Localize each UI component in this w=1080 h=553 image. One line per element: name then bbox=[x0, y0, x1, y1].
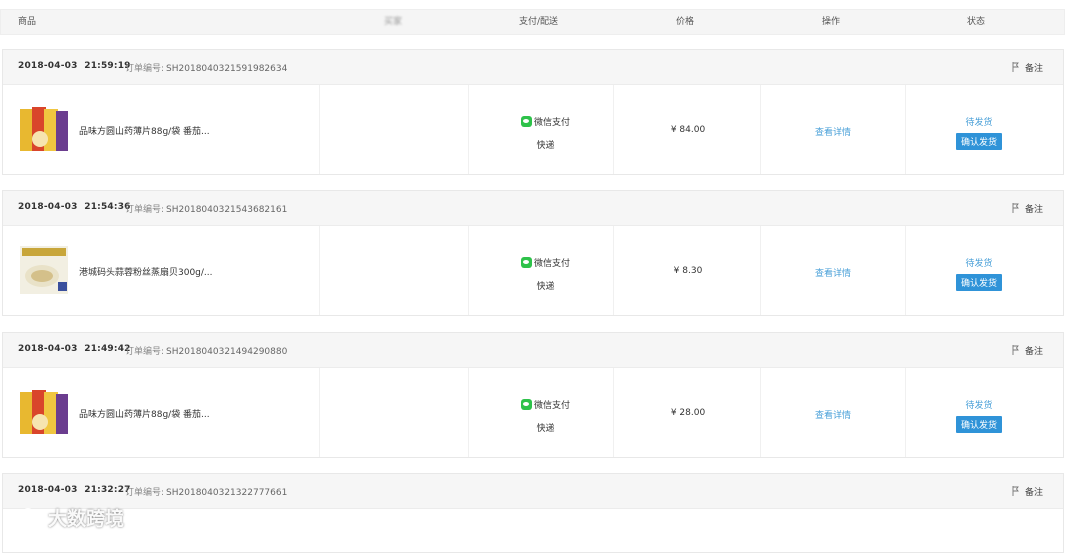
col-pay-delivery: 支付/配送 bbox=[519, 17, 559, 27]
watermark: 大数跨境 bbox=[8, 504, 124, 531]
order-table-header: 商品 买家 支付/配送 价格 操作 状态 bbox=[0, 9, 1065, 35]
order-card: 2018-04-03 21:59:19 订单编号: SH2018040321591… bbox=[2, 49, 1064, 175]
order-datetime: 2018-04-03 21:59:19 bbox=[18, 61, 131, 71]
order-number: 订单编号: SH2018040321494290880 bbox=[125, 347, 288, 357]
order-datetime: 2018-04-03 21:49:42 bbox=[18, 344, 131, 354]
wechat-pay-icon bbox=[520, 257, 532, 268]
flag-icon bbox=[1012, 203, 1019, 213]
view-detail-link[interactable]: 查看详情 bbox=[798, 408, 868, 421]
status-cell: 待发货 确认发货 bbox=[948, 115, 1010, 150]
payment-method: 微信支付 bbox=[533, 259, 570, 269]
order-body: 港城码头蒜蓉粉丝蒸扇贝300g/... 微信支付 快递 ¥ 8.30 查看详情 … bbox=[3, 226, 1063, 315]
order-card: 2018-04-03 21:54:36 订单编号: SH2018040321543… bbox=[2, 190, 1064, 316]
product-name[interactable]: 港城码头蒜蓉粉丝蒸扇贝300g/... bbox=[79, 265, 213, 278]
col-status: 状态 bbox=[967, 17, 986, 27]
payment-method: 微信支付 bbox=[533, 401, 570, 411]
payment-cell: 微信支付 快递 bbox=[508, 398, 583, 434]
product-name[interactable]: 品味方圆山药薄片88g/袋 番茄... bbox=[79, 124, 210, 137]
confirm-ship-button[interactable]: 确认发货 bbox=[955, 274, 1002, 291]
product-name[interactable]: 品味方圆山药薄片88g/袋 番茄... bbox=[79, 407, 210, 420]
status-cell: 待发货 确认发货 bbox=[948, 256, 1010, 291]
flag-icon bbox=[1012, 345, 1019, 355]
order-header: 2018-04-03 21:54:36 订单编号: SH2018040321543… bbox=[3, 191, 1063, 226]
status-label: 待发货 bbox=[965, 259, 993, 269]
order-number: 订单编号: SH2018040321591982634 bbox=[125, 64, 288, 74]
view-detail-link[interactable]: 查看详情 bbox=[798, 125, 868, 138]
wechat-pay-icon bbox=[520, 116, 532, 127]
status-label: 待发货 bbox=[965, 118, 993, 128]
col-operation: 操作 bbox=[822, 17, 841, 27]
payment-cell: 微信支付 快递 bbox=[508, 115, 583, 151]
product-thumbnail[interactable] bbox=[18, 386, 70, 438]
col-price: 价格 bbox=[676, 17, 695, 27]
wechat-pay-icon bbox=[520, 399, 532, 410]
product-thumbnail[interactable] bbox=[18, 103, 70, 155]
watermark-logo-icon bbox=[9, 508, 45, 525]
note-button[interactable]: 备注 bbox=[1012, 344, 1043, 357]
order-body: 品味方圆山药薄片88g/袋 番茄... 微信支付 快递 ¥ 84.00 查看详情… bbox=[3, 85, 1063, 174]
col-buyer: 买家 bbox=[384, 17, 403, 27]
order-price: ¥ 8.30 bbox=[673, 266, 703, 276]
status-label: 待发货 bbox=[965, 401, 993, 411]
payment-cell: 微信支付 快递 bbox=[508, 256, 583, 292]
confirm-ship-button[interactable]: 确认发货 bbox=[955, 416, 1002, 433]
order-header: 2018-04-03 21:49:42 订单编号: SH2018040321494… bbox=[3, 333, 1063, 368]
order-card: 2018-04-03 21:32:27 订单编号: SH2018040321322… bbox=[2, 473, 1064, 553]
flag-icon bbox=[1012, 486, 1019, 496]
note-button[interactable]: 备注 bbox=[1012, 61, 1043, 74]
status-cell: 待发货 确认发货 bbox=[948, 398, 1010, 433]
delivery-method: 快递 bbox=[536, 282, 555, 292]
delivery-method: 快递 bbox=[536, 424, 555, 434]
confirm-ship-button[interactable]: 确认发货 bbox=[955, 133, 1002, 150]
flag-icon bbox=[1012, 62, 1019, 72]
view-detail-link[interactable]: 查看详情 bbox=[798, 266, 868, 279]
col-product: 商品 bbox=[18, 17, 37, 27]
order-price: ¥ 28.00 bbox=[670, 408, 706, 418]
product-thumbnail[interactable] bbox=[18, 244, 70, 296]
order-datetime: 2018-04-03 21:32:27 bbox=[18, 485, 131, 495]
delivery-method: 快递 bbox=[536, 141, 555, 151]
order-header: 2018-04-03 21:59:19 订单编号: SH2018040321591… bbox=[3, 50, 1063, 85]
order-card: 2018-04-03 21:49:42 订单编号: SH2018040321494… bbox=[2, 332, 1064, 458]
note-button[interactable]: 备注 bbox=[1012, 202, 1043, 215]
order-body: 品味方圆山药薄片88g/袋 番茄... 微信支付 快递 ¥ 28.00 查看详情… bbox=[3, 368, 1063, 457]
order-number: 订单编号: SH2018040321322777661 bbox=[125, 488, 288, 498]
order-price: ¥ 84.00 bbox=[670, 125, 706, 135]
order-datetime: 2018-04-03 21:54:36 bbox=[18, 202, 131, 212]
order-header: 2018-04-03 21:32:27 订单编号: SH2018040321322… bbox=[3, 474, 1063, 509]
order-number: 订单编号: SH2018040321543682161 bbox=[125, 205, 288, 215]
payment-method: 微信支付 bbox=[533, 118, 570, 128]
note-button[interactable]: 备注 bbox=[1012, 485, 1043, 498]
